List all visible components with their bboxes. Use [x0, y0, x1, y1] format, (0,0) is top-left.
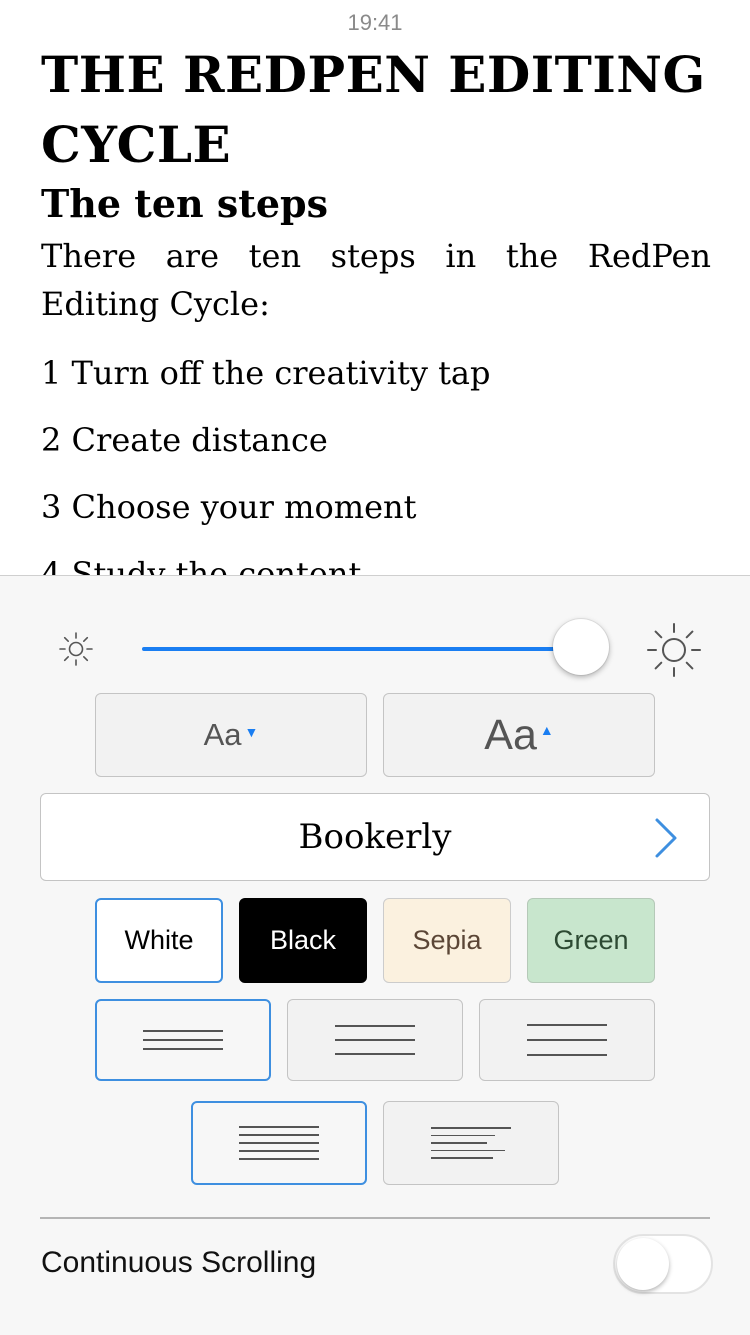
align-left-icon	[431, 1127, 511, 1159]
theme-label: Black	[269, 925, 337, 955]
sun-small-icon	[59, 632, 93, 666]
book-title: THE REDPEN EDITING CYCLE	[41, 40, 711, 180]
caret-up-icon: ▲	[539, 722, 554, 738]
step-item: 3 Choose your moment	[41, 488, 417, 526]
continuous-scrolling-toggle[interactable]	[613, 1234, 713, 1294]
settings-divider	[40, 1217, 710, 1219]
theme-sepia-button[interactable]: Sepia	[383, 898, 511, 983]
chevron-right-icon	[655, 818, 677, 858]
font-size-small-label: Aa	[203, 717, 242, 752]
align-left-button[interactable]	[383, 1101, 559, 1185]
steps-list: 1 Turn off the creativity tap 2 Create d…	[41, 351, 711, 576]
margin-wide-icon	[527, 1024, 607, 1056]
sun-large-icon	[647, 623, 701, 677]
font-size-large-label: Aa	[484, 710, 537, 759]
theme-green-button[interactable]: Green	[527, 898, 655, 983]
margin-medium-icon	[335, 1025, 415, 1055]
theme-black-button[interactable]: Black	[239, 898, 367, 983]
align-justify-icon	[239, 1126, 319, 1160]
section-title: The ten steps	[41, 181, 328, 226]
book-intro-paragraph: There are ten steps in the RedPen Editin…	[41, 237, 711, 323]
step-item: 4 Study the content	[41, 555, 362, 576]
font-family-selector[interactable]: Bookerly	[40, 793, 710, 881]
continuous-scrolling-label: Continuous Scrolling	[41, 1246, 317, 1279]
margin-narrow-icon	[143, 1030, 223, 1050]
brightness-slider-thumb[interactable]	[553, 619, 609, 675]
status-bar-time: 19:41	[347, 10, 403, 35]
theme-label: Sepia	[412, 925, 482, 955]
theme-white-button[interactable]: White	[95, 898, 223, 983]
brightness-slider-track[interactable]	[142, 647, 580, 651]
theme-label: White	[124, 925, 194, 955]
book-title-line-2: CYCLE	[41, 115, 232, 174]
margin-narrow-button[interactable]	[95, 999, 271, 1081]
margin-wide-button[interactable]	[479, 999, 655, 1081]
font-family-name: Bookerly	[298, 817, 452, 857]
book-content[interactable]: THE REDPEN EDITING CYCLE The ten steps T…	[41, 40, 711, 576]
align-justified-button[interactable]	[191, 1101, 367, 1185]
theme-label: Green	[553, 925, 629, 955]
display-settings-panel: Aa ▼ Aa ▲ Bookerly White Black Sepia Gre…	[0, 575, 750, 1335]
caret-down-icon: ▼	[244, 724, 259, 740]
step-item: 2 Create distance	[41, 421, 328, 459]
step-item: 1 Turn off the creativity tap	[41, 354, 491, 392]
decrease-font-size-button[interactable]: Aa ▼	[95, 693, 367, 777]
increase-font-size-button[interactable]: Aa ▲	[383, 693, 655, 777]
toggle-knob[interactable]	[617, 1238, 669, 1290]
margin-medium-button[interactable]	[287, 999, 463, 1081]
book-title-line-1: THE REDPEN EDITING	[41, 45, 706, 104]
